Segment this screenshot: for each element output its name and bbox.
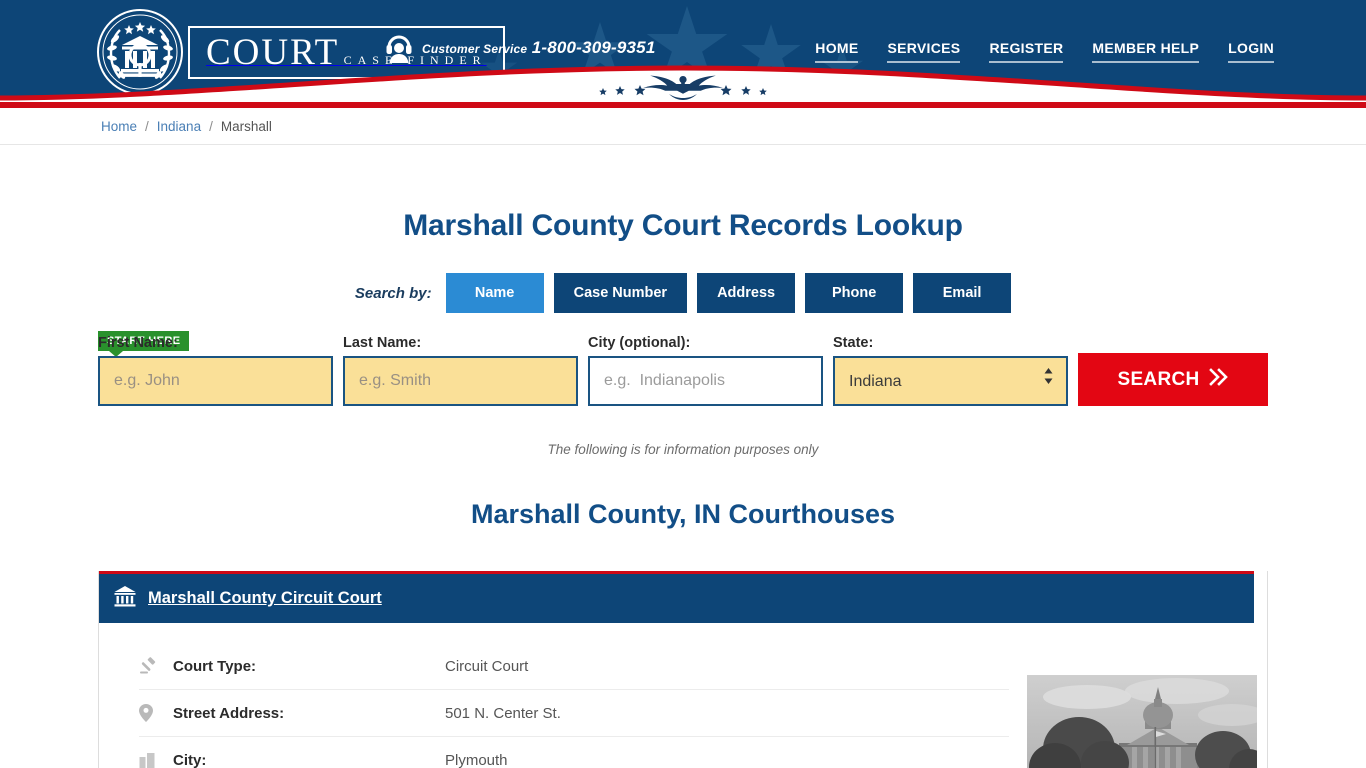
court-card: Marshall County Circuit Court Court Type… [98,571,1268,768]
court-detail-row-city: City: Plymouth [139,737,1009,768]
customer-service-label: Customer Service [422,42,528,56]
court-card-header: Marshall County Circuit Court [99,571,1254,623]
street-address-value: 501 N. Center St. [445,704,561,722]
breadcrumb-item-home[interactable]: Home [101,119,137,134]
search-button[interactable]: SEARCH [1078,353,1268,406]
state-label: State: [833,335,874,351]
court-type-value: Circuit Court [445,657,529,675]
city-field-group: City (optional): [588,335,823,406]
court-card-body: Court Type: Circuit Court Street Address… [99,623,1267,768]
search-by-tabs: Search by: Name Case Number Address Phon… [0,273,1366,313]
section-title: Marshall County, IN Courthouses [470,499,896,529]
court-detail-rows: Court Type: Circuit Court Street Address… [139,643,1009,768]
court-detail-row-court-type: Court Type: Circuit Court [139,643,1009,690]
breadcrumb-separator: / [145,118,149,134]
search-by-label: Search by: [354,284,432,302]
court-type-label: Court Type: [173,657,257,675]
tab-name[interactable]: Name [445,273,544,313]
marshall-county-courthouse-photo [1027,675,1257,768]
city-icon [139,752,173,768]
court-detail-row-street-address: Street Address: 501 N. Center St. [139,690,1009,737]
city-label-detail: City: [173,751,207,768]
disclaimer-text: The following is for information purpose… [547,442,819,457]
state-select[interactable]: Indiana [833,356,1068,406]
tab-case-number[interactable]: Case Number [553,273,688,313]
first-name-input[interactable] [98,356,333,406]
double-chevron-right-icon [1208,367,1229,392]
page-content: Marshall County Court Records Lookup Sea… [0,145,1366,768]
courthouse-icon [113,584,137,613]
last-name-label: Last Name: [343,335,422,351]
map-pin-icon [139,704,173,722]
search-form: START HERE First Name: Last Name: City (… [0,331,1366,406]
breadcrumb: Home / Indiana / Marshall [0,108,1366,145]
street-address-label: Street Address: [173,704,285,722]
eagle-swoosh-decoration [0,56,1366,102]
breadcrumb-item-marshall: Marshall [220,118,272,134]
city-label: City (optional): [588,335,691,351]
site-header: COURT CASE FINDER Customer Service 1-800… [0,0,1366,102]
tab-phone[interactable]: Phone [805,273,904,313]
city-input[interactable] [588,356,823,406]
page-title: Marshall County Court Records Lookup [403,209,963,242]
state-field-group: State: Indiana [833,335,1068,406]
breadcrumb-item-indiana[interactable]: Indiana [157,119,201,134]
search-button-label: SEARCH [1117,368,1200,390]
first-name-label: First Name: [98,335,178,351]
last-name-input[interactable] [343,356,578,406]
gavel-icon [139,657,173,675]
city-value: Plymouth [445,751,508,768]
court-name-link[interactable]: Marshall County Circuit Court [148,589,382,608]
tab-email[interactable]: Email [913,273,1012,313]
customer-service-phone[interactable]: 1-800-309-9351 [532,38,656,57]
tab-address[interactable]: Address [697,273,796,313]
first-name-field-group: First Name: [98,335,333,406]
last-name-field-group: Last Name: [343,335,578,406]
breadcrumb-separator: / [209,118,213,134]
